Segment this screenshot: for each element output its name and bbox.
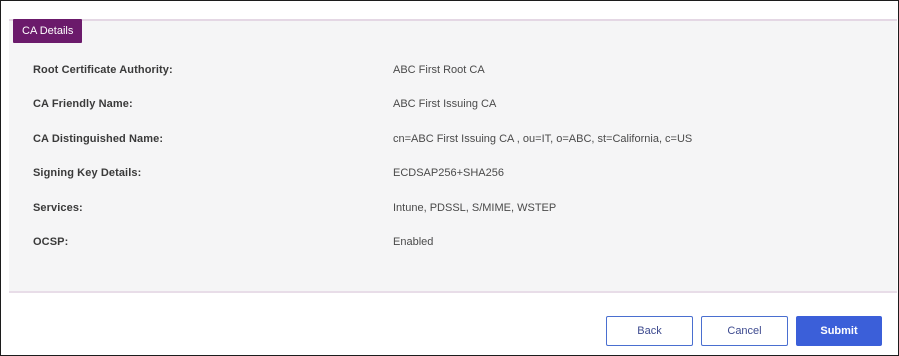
detail-row-ocsp: OCSP: Enabled (33, 231, 883, 265)
detail-row-distinguished-name: CA Distinguished Name: cn=ABC First Issu… (33, 128, 883, 162)
detail-label: Root Certificate Authority: (33, 64, 173, 76)
cancel-button[interactable]: Cancel (701, 316, 788, 346)
submit-button[interactable]: Submit (796, 316, 882, 346)
details-list: Root Certificate Authority: ABC First Ro… (33, 59, 883, 265)
detail-label: OCSP: (33, 235, 69, 248)
detail-label: Signing Key Details: (33, 167, 142, 180)
detail-value: Intune, PDSSL, S/MIME, WSTEP (393, 201, 557, 214)
detail-row-signing-key: Signing Key Details: ECDSAP256+SHA256 (33, 162, 883, 196)
detail-label: Services: (33, 201, 83, 214)
detail-row-services: Services: Intune, PDSSL, S/MIME, WSTEP (33, 197, 883, 231)
detail-row-root-ca: Root Certificate Authority: ABC First Ro… (33, 59, 883, 93)
detail-value: cn=ABC First Issuing CA , ou=IT, o=ABC, … (393, 132, 693, 145)
detail-label: CA Distinguished Name: (33, 132, 164, 145)
dialog-frame: CA Details Root Certificate Authority: A… (0, 0, 899, 356)
back-button[interactable]: Back (606, 316, 693, 346)
detail-label: CA Friendly Name: (33, 98, 133, 111)
detail-value: Enabled (393, 235, 434, 248)
detail-value: ECDSAP256+SHA256 (393, 167, 504, 180)
detail-row-friendly-name: CA Friendly Name: ABC First Issuing CA (33, 93, 883, 127)
detail-value: ABC First Issuing CA (393, 98, 497, 111)
section-title: CA Details (13, 19, 83, 43)
detail-value: ABC First Root CA (393, 64, 485, 76)
